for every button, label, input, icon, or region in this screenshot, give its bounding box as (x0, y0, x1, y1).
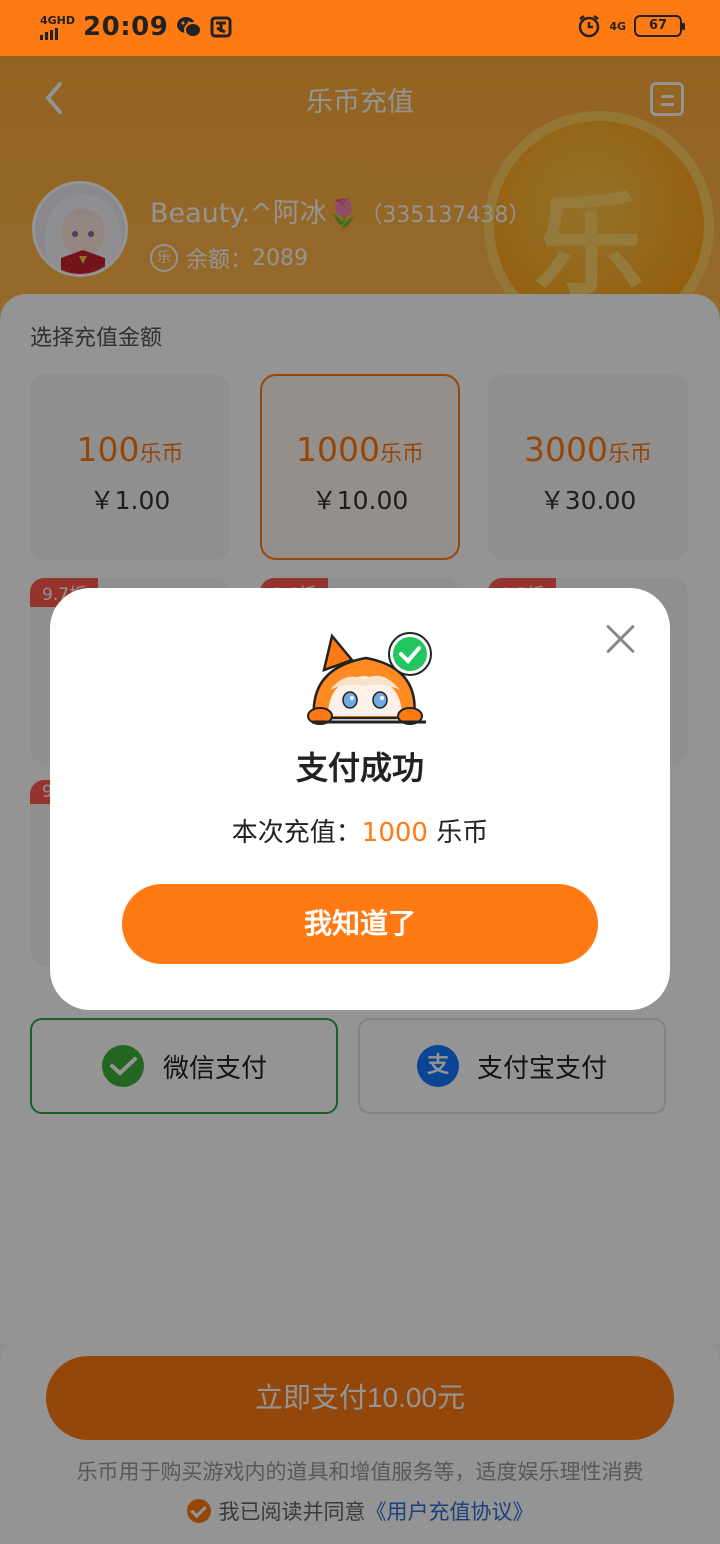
recharge-unit: 乐币 (427, 818, 489, 848)
signal-bars-icon (40, 27, 75, 40)
status-right: 4G 67 (577, 14, 685, 38)
recharge-label: 本次充值： (231, 818, 362, 848)
status-bar: 4GHD 20:09 4G 67 (0, 0, 720, 56)
recharge-summary: 本次充值：1000 乐币 (50, 812, 670, 849)
dialog-title: 支付成功 (295, 749, 424, 787)
network-type-right: 4G (609, 19, 626, 33)
mascot-success-icon (307, 632, 432, 725)
status-left: 4GHD 20:09 (40, 12, 232, 42)
recharge-amount: 1000 (361, 818, 428, 848)
clock: 20:09 (83, 12, 169, 42)
close-icon[interactable] (604, 622, 638, 656)
payment-success-dialog: 支付成功 本次充值：1000 乐币 我知道了 (50, 588, 670, 1010)
battery-icon: 67 (634, 15, 685, 37)
signal-indicator: 4GHD (40, 15, 75, 40)
alarm-icon (579, 15, 600, 38)
confirm-button[interactable]: 我知道了 (122, 884, 598, 964)
app-notification-icon (210, 16, 232, 38)
network-type: 4GHD (40, 13, 76, 27)
wechat-notification-icon (177, 17, 203, 38)
